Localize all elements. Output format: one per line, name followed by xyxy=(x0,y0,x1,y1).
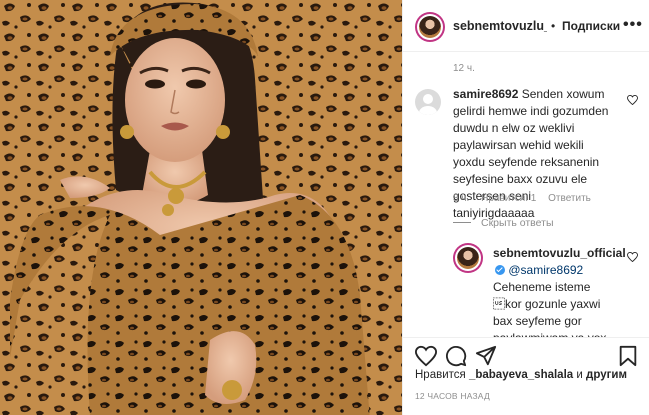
post-time: 12 ч. xyxy=(453,63,475,74)
reply-mention-link[interactable]: @samire8692 xyxy=(508,263,583,277)
reply-like-heart-icon[interactable] xyxy=(627,252,638,262)
comment-like-heart-icon[interactable] xyxy=(627,95,638,105)
verified-badge-icon xyxy=(495,265,505,275)
comment-time: 3 ч. xyxy=(453,193,470,204)
likes-summary[interactable]: Нравится _babayeva_shalala и другим xyxy=(415,369,627,381)
reply-author-avatar[interactable] xyxy=(453,243,483,273)
comment-icon[interactable] xyxy=(445,345,467,367)
likes-conjunction: и xyxy=(576,369,583,381)
reply-text: Ceheneme isteme kor gozunle yaxwi bax se… xyxy=(493,280,606,337)
bookmark-icon[interactable] xyxy=(617,345,639,367)
reply-author-username-link[interactable]: sebnemtovuzlu_official xyxy=(493,246,626,260)
author-avatar[interactable] xyxy=(415,12,445,42)
commenter-username-link[interactable]: samire8692 xyxy=(453,87,518,101)
like-heart-icon[interactable] xyxy=(415,345,437,367)
post-side-panel: sebnemtovuzlu_official • Подписки ••• 12… xyxy=(402,0,649,415)
comment-meta: 3 ч. Нравится: 1 Ответить xyxy=(453,193,600,204)
reply-button[interactable]: Ответить xyxy=(548,193,591,204)
post-photo[interactable] xyxy=(0,0,402,415)
header-separator: • xyxy=(551,19,556,33)
post-timestamp[interactable]: 12 ЧАСОВ НАЗАД xyxy=(415,391,490,401)
post-header: sebnemtovuzlu_official • Подписки ••• xyxy=(403,0,649,52)
comments-list[interactable]: 12 ч. samire8692 Senden xowum gelirdi he… xyxy=(403,52,649,337)
share-icon[interactable] xyxy=(475,345,497,367)
likes-user-link[interactable]: _babayeva_shalala xyxy=(469,369,573,381)
hide-replies-button[interactable]: Скрыть ответы xyxy=(481,217,554,229)
commenter-avatar[interactable] xyxy=(415,89,441,115)
post-photo-illustration xyxy=(0,0,402,415)
instagram-post: sebnemtovuzlu_official • Подписки ••• 12… xyxy=(0,0,649,415)
replies-divider xyxy=(453,222,471,223)
author-username-link[interactable]: sebnemtovuzlu_official xyxy=(453,19,547,33)
following-button[interactable]: Подписки xyxy=(562,19,620,33)
likes-prefix: Нравится xyxy=(415,369,466,381)
comment-likes-count[interactable]: Нравится: 1 xyxy=(481,193,536,204)
likes-others-link[interactable]: другим xyxy=(586,369,627,381)
more-options-icon[interactable]: ••• xyxy=(623,16,643,34)
reply-body: sebnemtovuzlu_official @samire8692 Cehen… xyxy=(493,245,626,337)
